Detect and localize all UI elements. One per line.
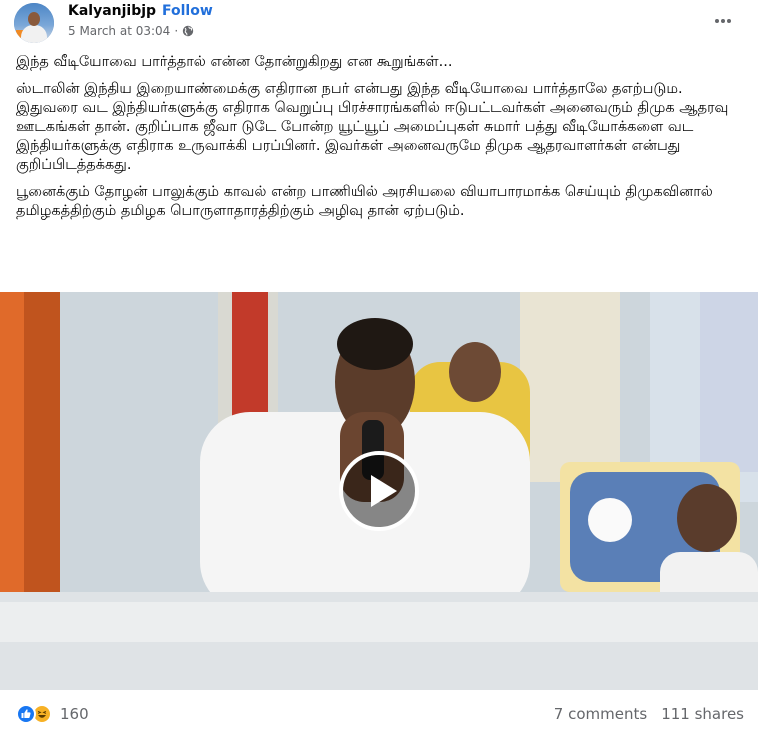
message-paragraph-1: இந்த வீடியோவை பார்த்தால் என்ன தோன்றுகிறத… [16,54,453,70]
reaction-count[interactable]: 160 [60,705,89,723]
author-name[interactable]: Kalyanjibjp [68,3,156,19]
follow-button[interactable]: Follow [162,3,213,19]
message-paragraph-3: பூனைக்கும் தோழன் பாலுக்கும் காவல் என்ற ப… [16,184,713,219]
shares-count[interactable]: 111 shares [661,705,744,723]
facebook-post: Kalyanjibjp · Follow 5 March at 03:04 · … [0,0,758,734]
globe-icon[interactable] [182,25,194,37]
post-timestamp[interactable]: 5 March at 03:04 [68,24,170,38]
post-header: Kalyanjibjp · Follow 5 March at 03:04 · [0,0,758,52]
like-icon [16,704,36,724]
message-paragraph-2: ஸ்டாலின் இந்திய இறையாண்மைக்கு எதிரான நபர… [16,81,729,173]
name-separator: · [152,3,157,19]
comments-count[interactable]: 7 comments [554,705,647,723]
post-footer: 160 7 comments 111 shares [0,690,758,734]
reactions-summary[interactable]: 160 [16,704,89,724]
engagement-stats: 7 comments 111 shares [554,705,744,723]
more-options-icon[interactable] [712,10,734,32]
meta-separator: · [174,24,179,38]
video-player[interactable] [0,292,758,690]
play-icon[interactable] [339,451,419,531]
author-avatar[interactable] [14,3,54,43]
post-message: இந்த வீடியோவை பார்த்தால் என்ன தோன்றுகிறத… [16,53,748,229]
post-meta: 5 March at 03:04 · [68,24,194,38]
